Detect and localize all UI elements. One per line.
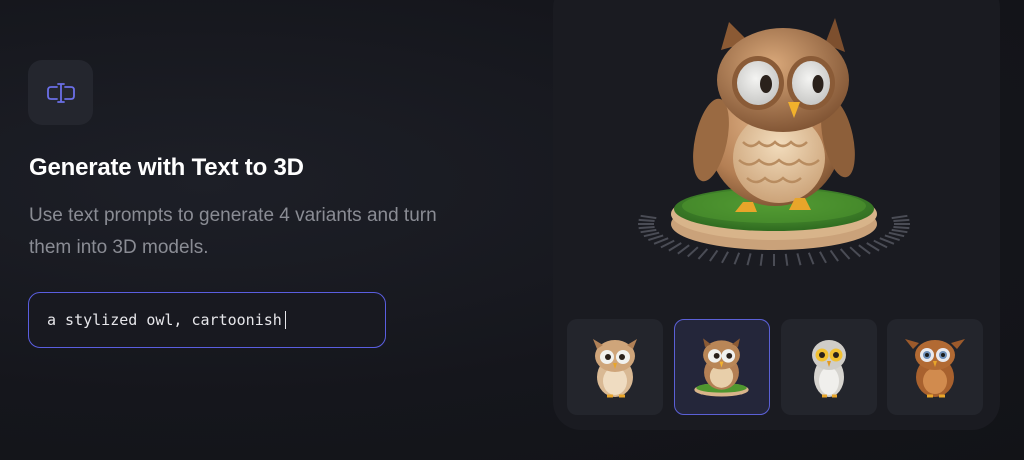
- dial-tick: [733, 252, 741, 265]
- dial-tick: [888, 231, 905, 238]
- dial-tick: [858, 244, 871, 255]
- dial-tick: [759, 253, 764, 266]
- model-viewer[interactable]: [553, 0, 1000, 310]
- dial-tick: [893, 218, 910, 223]
- model-preview-panel: [553, 0, 1000, 430]
- feature-title: Generate with Text to 3D: [29, 154, 304, 181]
- dial-tick: [660, 239, 675, 249]
- owl-variant-4-icon: [905, 339, 965, 398]
- dial-tick: [643, 231, 660, 238]
- dial-tick: [891, 228, 908, 234]
- owl-variant-2-icon: [694, 338, 749, 397]
- prompt-input[interactable]: a stylized owl, cartoonish: [28, 292, 386, 348]
- dial-tick: [829, 249, 839, 262]
- dial-tick: [893, 225, 910, 230]
- text-caret: [284, 311, 287, 329]
- dial-tick: [638, 218, 655, 223]
- prompt-input-value: a stylized owl, cartoonish: [47, 311, 282, 329]
- dial-tick: [697, 248, 709, 260]
- dial-tick: [677, 244, 690, 255]
- dial-tick: [784, 253, 789, 266]
- dial-tick: [884, 234, 900, 242]
- owl-variant-3-icon: [812, 340, 846, 398]
- variant-thumbnail-3[interactable]: [781, 319, 877, 415]
- dial-tick: [640, 228, 657, 234]
- dial-tick: [796, 253, 802, 266]
- variant-thumbnail-1[interactable]: [567, 319, 663, 415]
- owl-variant-1-icon: [593, 339, 637, 398]
- dial-tick: [687, 246, 699, 258]
- dial-tick: [640, 214, 657, 220]
- dial-tick: [721, 251, 729, 264]
- dial-tick: [638, 225, 655, 230]
- dial-tick: [866, 242, 880, 252]
- dial-tick: [849, 246, 861, 258]
- owl-3d-model: [693, 18, 855, 212]
- text-to-3d-feature-icon: [28, 60, 93, 125]
- dial-tick: [807, 252, 815, 265]
- variant-thumbnail-4[interactable]: [887, 319, 983, 415]
- dial-tick: [668, 242, 682, 252]
- dial-tick: [873, 239, 888, 249]
- dial-tick: [653, 237, 669, 245]
- dial-tick: [891, 214, 908, 220]
- dial-tick: [839, 248, 851, 260]
- variant-thumbnail-2[interactable]: [674, 319, 770, 415]
- text-cursor-icon: [46, 82, 75, 103]
- dial-tick: [709, 249, 719, 262]
- dial-tick: [819, 251, 827, 264]
- dial-tick: [648, 234, 664, 242]
- dial-tick: [879, 237, 895, 245]
- feature-description: Use text prompts to generate 4 variants …: [29, 205, 437, 258]
- dial-tick: [746, 253, 752, 266]
